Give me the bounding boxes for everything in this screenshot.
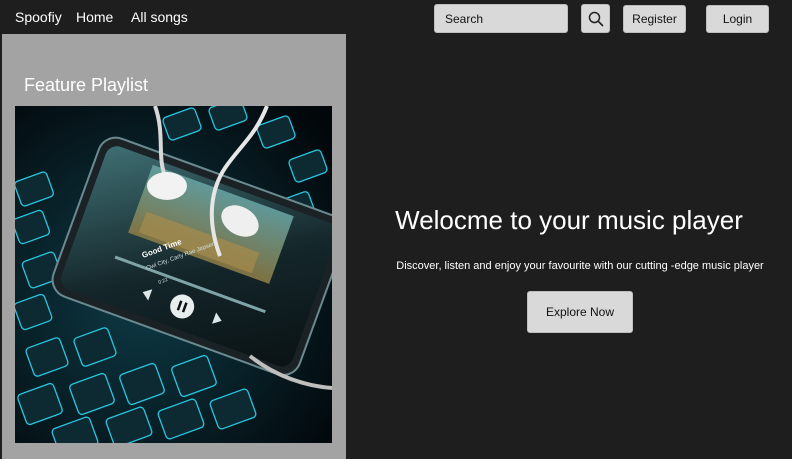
explore-now-button[interactable]: Explore Now bbox=[527, 291, 633, 333]
login-button[interactable]: Login bbox=[706, 5, 769, 33]
feature-playlist-image[interactable]: Good Time Owl City, Carly Rae Jepsen 0:2… bbox=[15, 106, 332, 443]
search-icon bbox=[588, 11, 603, 26]
brand-logo[interactable]: Spoofiy bbox=[15, 9, 62, 25]
nav-link-home[interactable]: Home bbox=[76, 9, 113, 25]
search-button[interactable] bbox=[581, 4, 610, 33]
search-input[interactable] bbox=[434, 4, 568, 33]
feature-playlist-panel: Feature Playlist Good Time Owl City, Car… bbox=[2, 34, 346, 459]
hero-title: Welocme to your music player bbox=[395, 205, 743, 235]
hero-subtitle: Discover, listen and enjoy your favourit… bbox=[396, 260, 764, 272]
phone-keyboard-photo: Good Time Owl City, Carly Rae Jepsen 0:2… bbox=[15, 106, 332, 443]
feature-playlist-title: Feature Playlist bbox=[24, 75, 149, 95]
register-button[interactable]: Register bbox=[623, 5, 686, 33]
nav-link-all-songs[interactable]: All songs bbox=[131, 9, 188, 25]
navbar: Spoofiy Home All songs Register Login bbox=[0, 0, 792, 34]
